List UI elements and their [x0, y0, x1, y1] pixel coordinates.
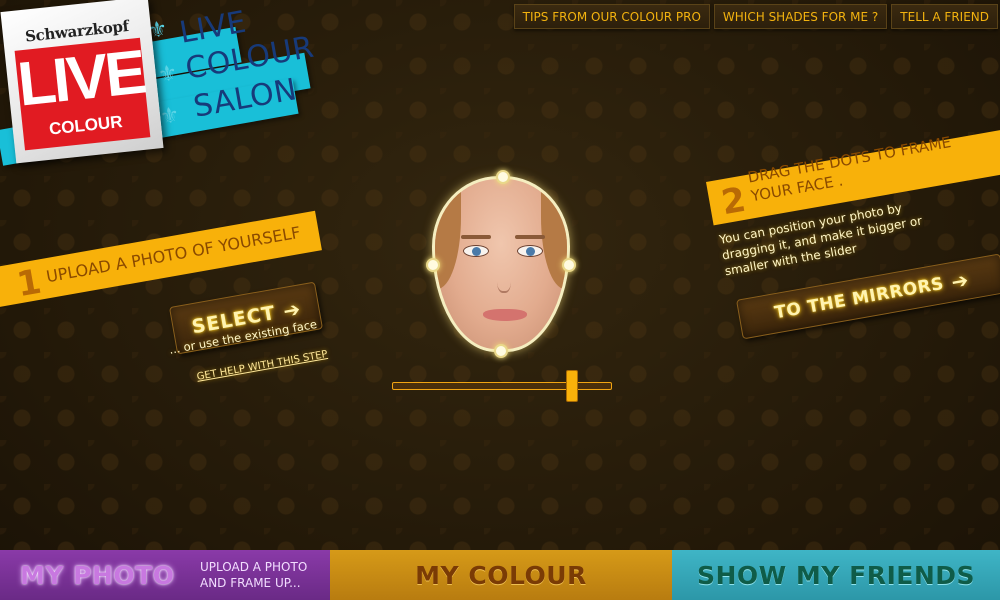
tips-link[interactable]: TIPS FROM OUR COLOUR PRO — [513, 4, 710, 29]
tell-friend-link[interactable]: TELL A FRIEND — [891, 4, 998, 29]
right-eyebrow — [515, 235, 545, 239]
logo-red-box: LIVE COLOUR — [14, 37, 151, 151]
hair-left — [435, 179, 461, 289]
step2-label: DRAG THE DOTS TO FRAME YOUR FACE . — [746, 133, 953, 206]
left-eye — [463, 245, 489, 257]
logo[interactable]: ⚜ ⚜ ⚜ LIVE COLOUR SALON Schwarzkopf LIVE… — [0, 0, 320, 170]
frame-dot-left[interactable] — [426, 258, 440, 272]
tab-show-friends-label: SHOW MY FRIENDS — [696, 560, 976, 590]
fleur-de-lis-icon: ⚜ — [157, 102, 182, 131]
step1-label: UPLOAD A PHOTO OF YOURSELF — [44, 222, 302, 287]
left-eyebrow — [461, 235, 491, 239]
tab-my-colour[interactable]: MY COLOUR — [330, 550, 672, 600]
right-eye — [517, 245, 543, 257]
tab-my-colour-label: MY COLOUR — [415, 560, 587, 590]
frame-dot-top[interactable] — [496, 170, 510, 184]
zoom-slider-handle[interactable] — [566, 370, 579, 402]
get-help-link[interactable]: GET HELP WITH THIS STEP — [196, 349, 328, 383]
mouth — [483, 309, 527, 321]
hair-right — [541, 179, 567, 289]
logo-card: Schwarzkopf LIVE COLOUR — [0, 0, 164, 164]
fleur-de-lis-icon: ⚜ — [155, 60, 180, 89]
shades-link[interactable]: WHICH SHADES FOR ME ? — [713, 4, 888, 29]
tab-my-photo-sub: UPLOAD A PHOTO AND FRAME UP... — [200, 560, 308, 590]
arrow-right-icon: ➔ — [949, 267, 971, 295]
face-frame[interactable] — [426, 170, 576, 360]
frame-dot-bottom[interactable] — [494, 344, 508, 358]
face-photo[interactable] — [432, 176, 570, 352]
tab-my-photo[interactable]: MY PHOTO UPLOAD A PHOTO AND FRAME UP... — [0, 550, 330, 600]
step1-number: 1 — [13, 261, 45, 306]
logo-live-text: LIVE — [14, 37, 148, 120]
mirrors-label: TO THE MIRRORS — [773, 273, 946, 324]
nose — [497, 265, 511, 293]
bottom-tabs: MY PHOTO UPLOAD A PHOTO AND FRAME UP... … — [0, 550, 1000, 600]
step2-number: 2 — [718, 179, 749, 224]
frame-dot-right[interactable] — [562, 258, 576, 272]
top-menu: TIPS FROM OUR COLOUR PRO WHICH SHADES FO… — [513, 4, 998, 29]
tab-my-photo-label: MY PHOTO — [20, 560, 175, 590]
tab-show-friends[interactable]: SHOW MY FRIENDS — [672, 550, 1000, 600]
zoom-slider-track[interactable] — [392, 382, 612, 390]
